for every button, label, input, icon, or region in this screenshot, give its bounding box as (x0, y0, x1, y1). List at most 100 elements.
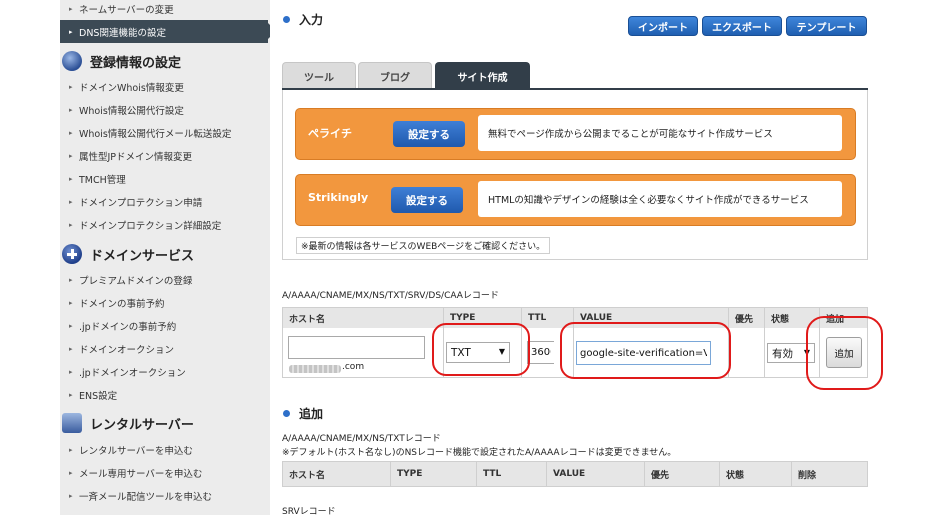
column-header-add: 追加 (826, 314, 845, 325)
sidebar-item-label: 一斉メール配信ツールを申込む (79, 491, 213, 503)
export-button[interactable]: エクスポート (702, 16, 782, 36)
sidebar-item-nameserver-change[interactable]: ▸ ネームサーバーの変更 (60, 0, 270, 20)
srv-records-caption: SRVレコード (282, 507, 336, 517)
sidebar-item-label: ドメインWhois情報変更 (79, 82, 184, 94)
sidebar-item-jp-preorder[interactable]: ▸ .jpドメインの事前予約 (60, 314, 270, 337)
sidebar-item-ens[interactable]: ▸ ENS設定 (60, 383, 270, 406)
dropdown-arrow-icon: ▼ (803, 348, 810, 357)
added-records-note: ※デフォルト(ホスト名なし)のNSレコード機能で設定されたA/AAAAレコードは… (282, 448, 677, 458)
bullet-icon: ▸ (69, 174, 73, 183)
sidebar-item-whois-proxy[interactable]: ▸ Whois情報公開代行設定 (60, 98, 270, 121)
sidebar-item-label: ドメインプロテクション申請 (79, 197, 203, 209)
domain-suffix: .com (342, 362, 365, 372)
add-record-button[interactable]: 追加 (826, 337, 862, 368)
sidebar-item-label: レンタルサーバーを申込む (79, 445, 193, 457)
value-input[interactable] (576, 341, 711, 365)
sidebar-item-label: Whois情報公開代行メール転送設定 (79, 128, 232, 140)
bullet-dot-icon (283, 410, 290, 417)
service-name: ペライチ (308, 127, 352, 140)
blurred-domain-name (289, 365, 341, 373)
added-records-header: ホスト名 TYPE TTL VALUE 優先 状態 削除 (282, 461, 868, 487)
peraichi-setup-button[interactable]: 設定する (393, 121, 465, 147)
bullet-icon: ▸ (69, 105, 73, 114)
column-header-status: 状態 (720, 462, 792, 486)
sidebar-item-label: ENS設定 (79, 390, 118, 402)
dropdown-arrow-icon: ▼ (498, 347, 505, 356)
sidebar-item-domain-protection-detail[interactable]: ▸ ドメインプロテクション詳細設定 (60, 213, 270, 236)
added-section-title: 追加 (283, 405, 323, 422)
record-type-value: TXT (451, 346, 471, 359)
bullet-icon: ▸ (69, 344, 73, 353)
column-divider (819, 328, 820, 377)
sidebar-item-dns-settings[interactable]: ▸ DNS関連機能の設定 (60, 20, 270, 43)
column-divider (521, 328, 522, 377)
section-title: 登録情報の設定 (90, 55, 182, 71)
bullet-icon: ▸ (69, 390, 73, 399)
tab-tools[interactable]: ツール (282, 62, 356, 89)
bullet-icon: ▸ (69, 220, 73, 229)
tab-blog[interactable]: ブログ (358, 62, 432, 89)
column-header-priority: 優先 (645, 462, 720, 486)
input-section-title: 入力 (283, 11, 323, 28)
host-name-input[interactable] (288, 336, 425, 359)
status-value: 有効 (772, 347, 793, 360)
column-header-value: VALUE (574, 308, 729, 328)
column-header-status: 状態 (765, 308, 820, 328)
sidebar-item-label: ドメインプロテクション詳細設定 (79, 220, 222, 232)
sidebar-item-label: Whois情報公開代行設定 (79, 105, 184, 117)
sidebar-item-domain-preorder[interactable]: ▸ ドメインの事前予約 (60, 291, 270, 314)
sidebar-item-domain-protection[interactable]: ▸ ドメインプロテクション申請 (60, 190, 270, 213)
sidebar-item-premium-domain[interactable]: ▸ プレミアムドメインの登録 (60, 268, 270, 291)
sidebar-item-mail-server[interactable]: ▸ メール専用サーバーを申込む (60, 461, 270, 484)
bullet-icon: ▸ (69, 298, 73, 307)
sidebar-item-whois-change[interactable]: ▸ ドメインWhois情報変更 (60, 75, 270, 98)
sidebar-item-rental-server[interactable]: ▸ レンタルサーバーを申込む (60, 438, 270, 461)
section-title: レンタルサーバー (90, 417, 194, 433)
sidebar-item-domain-auction[interactable]: ▸ ドメインオークション (60, 337, 270, 360)
server-icon (62, 413, 82, 433)
sidebar-item-label: TMCH管理 (79, 174, 126, 186)
column-header-ttl: TTL (522, 308, 574, 328)
service-note: ※最新の情報は各サービスのWEBページをご確認ください。 (296, 237, 551, 254)
sidebar: ▸ ネームサーバーの変更 ▸ DNS関連機能の設定 登録情報の設定 ▸ ドメインW… (60, 0, 270, 515)
bullet-icon: ▸ (69, 445, 73, 454)
sidebar-item-label: ネームサーバーの変更 (79, 4, 174, 16)
service-card-peraichi: ペライチ 設定する 無料でページ作成から公開までることが可能なサイト作成サービス (295, 108, 856, 160)
bullet-icon: ▸ (69, 151, 73, 160)
sidebar-item-label: 属性型JPドメイン情報変更 (79, 151, 193, 163)
column-divider (443, 328, 444, 377)
added-records-caption: A/AAAA/CNAME/MX/NS/TXTレコード (282, 434, 441, 444)
bullet-icon: ▸ (69, 4, 73, 13)
bullet-icon: ▸ (69, 321, 73, 330)
column-header-host: ホスト名 (283, 308, 444, 328)
bullet-icon: ▸ (69, 27, 73, 36)
template-button[interactable]: テンプレート (786, 16, 867, 36)
bullet-icon: ▸ (69, 197, 73, 206)
section-title: ドメインサービス (90, 248, 195, 264)
column-header-host: ホスト名 (283, 462, 391, 486)
bullet-dot-icon (283, 16, 290, 23)
bullet-icon: ▸ (69, 275, 73, 284)
sidebar-item-whois-mail-forward[interactable]: ▸ Whois情報公開代行メール転送設定 (60, 121, 270, 144)
column-header-ttl: TTL (477, 462, 547, 486)
section-header-registration: 登録情報の設定 (60, 47, 270, 75)
column-header-type: TYPE (391, 462, 477, 486)
tab-site-creation[interactable]: サイト作成 (435, 62, 530, 89)
ttl-input[interactable] (527, 341, 554, 364)
sidebar-item-jp-auction[interactable]: ▸ .jpドメインオークション (60, 360, 270, 383)
column-divider (728, 328, 729, 377)
service-description: HTMLの知識やデザインの経験は全く必要なくサイト作成ができるサービス (478, 181, 842, 217)
sidebar-item-label: ドメインの事前予約 (79, 298, 165, 310)
record-types-caption: A/AAAA/CNAME/MX/NS/TXT/SRV/DS/CAAレコード (282, 291, 499, 301)
bullet-icon: ▸ (69, 468, 73, 477)
sidebar-item-label: DNS関連機能の設定 (79, 27, 166, 39)
record-type-select[interactable]: TXT ▼ (446, 342, 510, 363)
sidebar-item-tmch[interactable]: ▸ TMCH管理 (60, 167, 270, 190)
sidebar-item-jp-domain-info[interactable]: ▸ 属性型JPドメイン情報変更 (60, 144, 270, 167)
strikingly-setup-button[interactable]: 設定する (391, 187, 463, 213)
status-select[interactable]: 有効 ▼ (767, 343, 815, 363)
sidebar-item-bulk-mail[interactable]: ▸ 一斉メール配信ツールを申込む (60, 484, 270, 507)
sidebar-item-label: プレミアムドメインの登録 (79, 275, 193, 287)
database-icon (62, 51, 82, 71)
import-button[interactable]: インポート (628, 16, 698, 36)
